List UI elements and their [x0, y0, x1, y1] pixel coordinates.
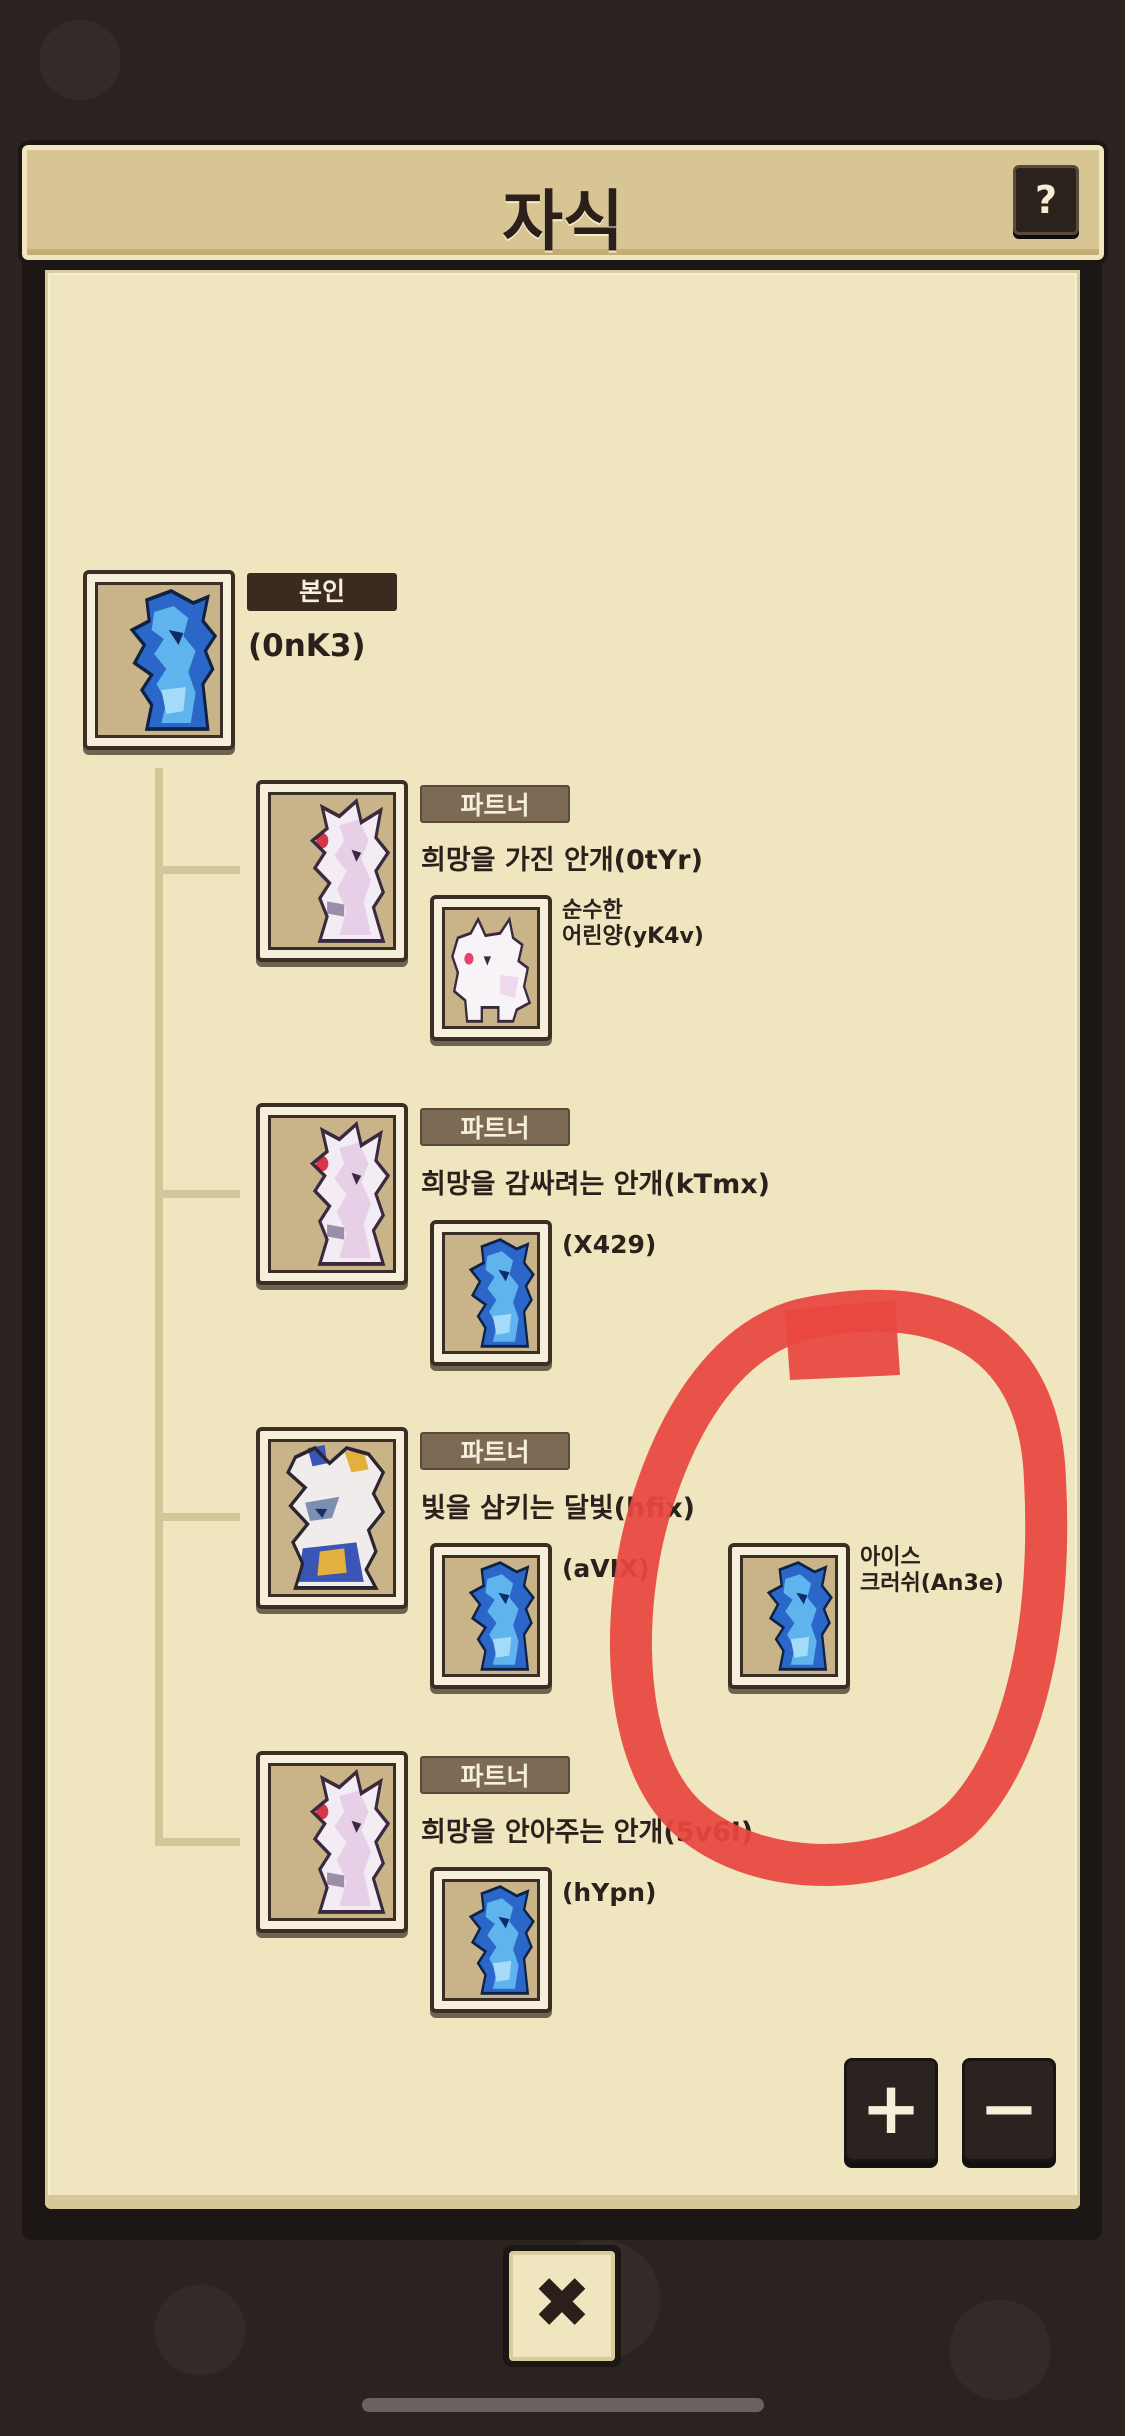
child-name: 순수한 어린양(yK4v) — [562, 898, 704, 949]
paper-edge — [45, 2195, 1080, 2209]
close-button[interactable]: ✖ — [503, 2245, 621, 2367]
child-portrait[interactable] — [430, 1220, 552, 1366]
tree-line-vertical — [155, 768, 163, 1846]
partner-badge: 파트너 — [420, 785, 570, 823]
child-portrait[interactable] — [430, 895, 552, 1041]
blue-dragon-icon — [445, 1882, 537, 1998]
partner-name: 희망을 감싸려는 안개(kTmx) — [421, 1169, 770, 1200]
help-button[interactable]: ? — [1013, 165, 1079, 235]
partner-portrait[interactable] — [256, 1103, 408, 1285]
blue-dragon-icon — [445, 1558, 537, 1674]
child-name: 아이스 크러쉬(An3e) — [860, 1545, 1004, 1596]
tree-line-branch — [155, 1513, 240, 1521]
close-icon: ✖ — [509, 2251, 615, 2361]
white-dragon-icon — [271, 1118, 393, 1270]
partner-name: 희망을 안아주는 안개(5v6I) — [421, 1817, 754, 1848]
home-indicator[interactable] — [362, 2398, 764, 2412]
child-portrait[interactable] — [430, 1867, 552, 2013]
partner-badge: 파트너 — [420, 1756, 570, 1794]
page-title: 자식 — [502, 183, 624, 260]
zoom-out-button[interactable]: − — [962, 2058, 1056, 2162]
self-name: (0nK3) — [248, 628, 366, 664]
partner-name: 희망을 가진 안개(0tYr) — [421, 845, 703, 876]
dialog-header: 자식 — [18, 141, 1108, 264]
child-name: (X429) — [562, 1230, 657, 1259]
tree-line-branch — [155, 1838, 240, 1846]
blue-dragon-icon — [445, 1235, 537, 1351]
tree-line-branch — [155, 866, 240, 874]
child-name: (hYpn) — [562, 1878, 657, 1907]
white-dragon-icon — [271, 795, 393, 947]
partner-name: 빛을 삼키는 달빛(hfix) — [421, 1493, 696, 1524]
partner-badge: 파트너 — [420, 1432, 570, 1470]
white-lamb-icon — [445, 910, 537, 1026]
moon-dragon-icon — [271, 1442, 393, 1594]
blue-dragon-icon — [98, 585, 220, 735]
tree-line-branch — [155, 1190, 240, 1198]
partner-portrait[interactable] — [256, 1751, 408, 1933]
white-dragon-icon — [271, 1766, 393, 1918]
child-portrait[interactable] — [728, 1543, 850, 1689]
self-portrait[interactable] — [83, 570, 235, 750]
self-badge: 본인 — [247, 573, 397, 611]
zoom-in-button[interactable]: + — [844, 2058, 938, 2162]
partner-portrait[interactable] — [256, 1427, 408, 1609]
partner-portrait[interactable] — [256, 780, 408, 962]
partner-badge: 파트너 — [420, 1108, 570, 1146]
child-name: (aVIX) — [562, 1554, 650, 1583]
blue-dragon-icon — [743, 1558, 835, 1674]
child-portrait[interactable] — [430, 1543, 552, 1689]
